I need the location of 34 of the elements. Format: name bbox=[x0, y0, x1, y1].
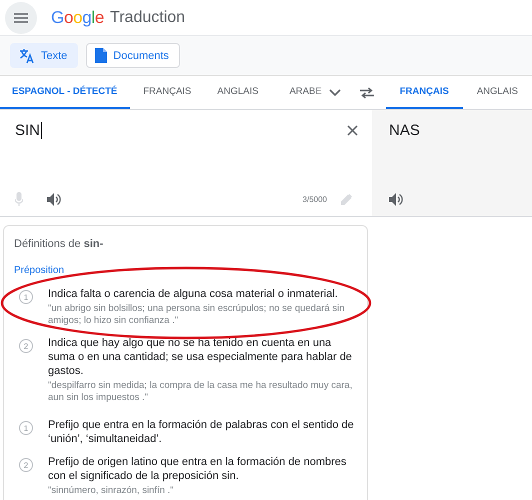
number-badge: 1 bbox=[19, 421, 33, 435]
speaker-icon[interactable] bbox=[389, 193, 403, 206]
translate-icon bbox=[19, 48, 35, 64]
logo: Google bbox=[51, 8, 104, 28]
example-text: "sinnúmero, sinrazón, sinfín ." bbox=[48, 485, 175, 497]
close-icon[interactable] bbox=[347, 125, 358, 136]
definition-text: Indica falta o carencia de alguna cosa material o inmaterial. bbox=[48, 287, 339, 301]
number-badge: 2 bbox=[19, 458, 33, 472]
mode-button[interactable]: Texte bbox=[10, 43, 78, 68]
character-counter: 3/5000 bbox=[302, 194, 327, 204]
definition-text: Prefijo que entra en la formación de palabras con el sentido de ‘unión’, ‘simultaneidad’. bbox=[48, 418, 355, 446]
speaker-icon[interactable] bbox=[47, 192, 61, 206]
language-tab[interactable]: FRANÇAIS bbox=[130, 76, 204, 109]
chevron-down-icon[interactable] bbox=[329, 88, 342, 96]
number-badge: 2 bbox=[19, 339, 33, 353]
definition-text: Prefijo de origen latino que entra en la formación de nombres con el significado de la preposición sin. bbox=[48, 455, 348, 483]
language-tab[interactable]: ESPAGNOL - DÉTECTÉ bbox=[0, 76, 130, 109]
menu-button[interactable] bbox=[5, 2, 37, 34]
part-of-speech: Préposition bbox=[14, 265, 66, 277]
example-text: "un abrigo sin bolsillos; una persona sin escrúpulos; no se quedará sin amigos; lo hizo sin confianza ." bbox=[48, 303, 346, 327]
number-badge: 1 bbox=[19, 290, 33, 304]
source-text-field[interactable]: SIN bbox=[15, 122, 42, 139]
swap-icon[interactable] bbox=[360, 86, 374, 98]
example-text: "despilfarro sin medida; la compra de la casa me ha resultado muy cara, aun sin los impuestos ." bbox=[48, 380, 354, 404]
product-title: Traduction bbox=[110, 8, 186, 26]
definition-text: Indica que hay algo que no se ha tenido en cuenta en una suma o en una cantidad; se usa especialmente para hablar de gastos. bbox=[48, 336, 353, 378]
document-icon bbox=[95, 48, 108, 63]
mode-button[interactable]: Documents bbox=[86, 43, 180, 68]
language-tab[interactable]: ANGLAIS bbox=[462, 76, 532, 109]
language-tab[interactable]: ANGLAIS bbox=[204, 76, 272, 109]
translation-text: NAS bbox=[389, 122, 421, 139]
definitions-title: Définitions de sin- bbox=[14, 238, 104, 251]
language-tab[interactable]: ARABE bbox=[285, 76, 330, 109]
menu-icon bbox=[14, 12, 28, 22]
